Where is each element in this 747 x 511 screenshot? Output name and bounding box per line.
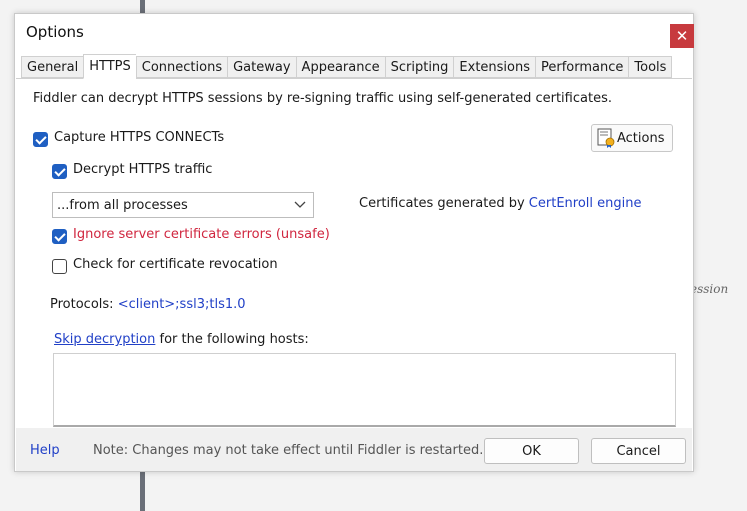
tab-connections[interactable]: Connections xyxy=(135,56,228,78)
help-link[interactable]: Help xyxy=(30,443,60,458)
protocols-row: Protocols: <client>;ssl3;tls1.0 xyxy=(50,297,246,312)
capture-https-label[interactable]: Capture HTTPS CONNECTs xyxy=(54,130,224,145)
skip-decryption-row: Skip decryption for the following hosts: xyxy=(54,332,309,347)
ok-button[interactable]: OK xyxy=(484,438,579,464)
tab-general[interactable]: General xyxy=(21,56,84,78)
decrypt-https-label[interactable]: Decrypt HTTPS traffic xyxy=(73,162,212,177)
close-button[interactable]: ✕ xyxy=(670,24,694,48)
certificates-info: Certificates generated by CertEnroll eng… xyxy=(359,196,641,211)
tab-gateway[interactable]: Gateway xyxy=(227,56,296,78)
chevron-down-icon xyxy=(294,201,306,208)
background-text: ession xyxy=(690,282,729,296)
tab-appearance[interactable]: Appearance xyxy=(295,56,385,78)
restart-note: Note: Changes may not take effect until … xyxy=(93,443,484,458)
tab-performance[interactable]: Performance xyxy=(535,56,629,78)
protocols-link[interactable]: <client>;ssl3;tls1.0 xyxy=(118,297,246,312)
revocation-label[interactable]: Check for certificate revocation xyxy=(73,257,278,272)
protocols-label: Protocols: xyxy=(50,297,114,312)
process-filter-select[interactable]: ...from all processes xyxy=(52,192,314,218)
dialog-title: Options xyxy=(26,23,84,41)
cancel-button[interactable]: Cancel xyxy=(591,438,686,464)
actions-button[interactable]: Actions xyxy=(591,124,673,152)
actions-label: Actions xyxy=(617,130,665,146)
certenroll-link[interactable]: CertEnroll engine xyxy=(529,196,642,211)
skip-hosts-textarea[interactable] xyxy=(53,353,676,427)
background-divider-top xyxy=(140,0,145,14)
tab-https[interactable]: HTTPS xyxy=(83,54,136,79)
dialog-footer: Help Note: Changes may not take effect u… xyxy=(16,428,692,471)
skip-decryption-suffix: for the following hosts: xyxy=(159,332,309,347)
tab-tools[interactable]: Tools xyxy=(628,56,673,78)
skip-decryption-link[interactable]: Skip decryption xyxy=(54,332,155,347)
ignore-cert-errors-label[interactable]: Ignore server certificate errors (unsafe… xyxy=(73,227,330,242)
tab-extensions[interactable]: Extensions xyxy=(453,56,536,78)
certificate-icon xyxy=(597,128,615,148)
capture-https-checkbox[interactable] xyxy=(33,132,48,147)
https-description: Fiddler can decrypt HTTPS sessions by re… xyxy=(33,91,612,106)
tab-bar: General HTTPS Connections Gateway Appear… xyxy=(21,54,673,79)
background-divider-bottom xyxy=(140,472,145,511)
revocation-checkbox[interactable] xyxy=(52,259,67,274)
decrypt-https-checkbox[interactable] xyxy=(52,164,67,179)
options-dialog: Options ✕ General HTTPS Connections Gate… xyxy=(14,13,694,472)
ignore-cert-errors-checkbox[interactable] xyxy=(52,229,67,244)
close-icon: ✕ xyxy=(675,26,689,45)
process-filter-value: ...from all processes xyxy=(57,197,188,213)
tab-scripting[interactable]: Scripting xyxy=(384,56,454,78)
certificates-prefix: Certificates generated by xyxy=(359,196,525,211)
https-panel: Fiddler can decrypt HTTPS sessions by re… xyxy=(16,78,692,428)
